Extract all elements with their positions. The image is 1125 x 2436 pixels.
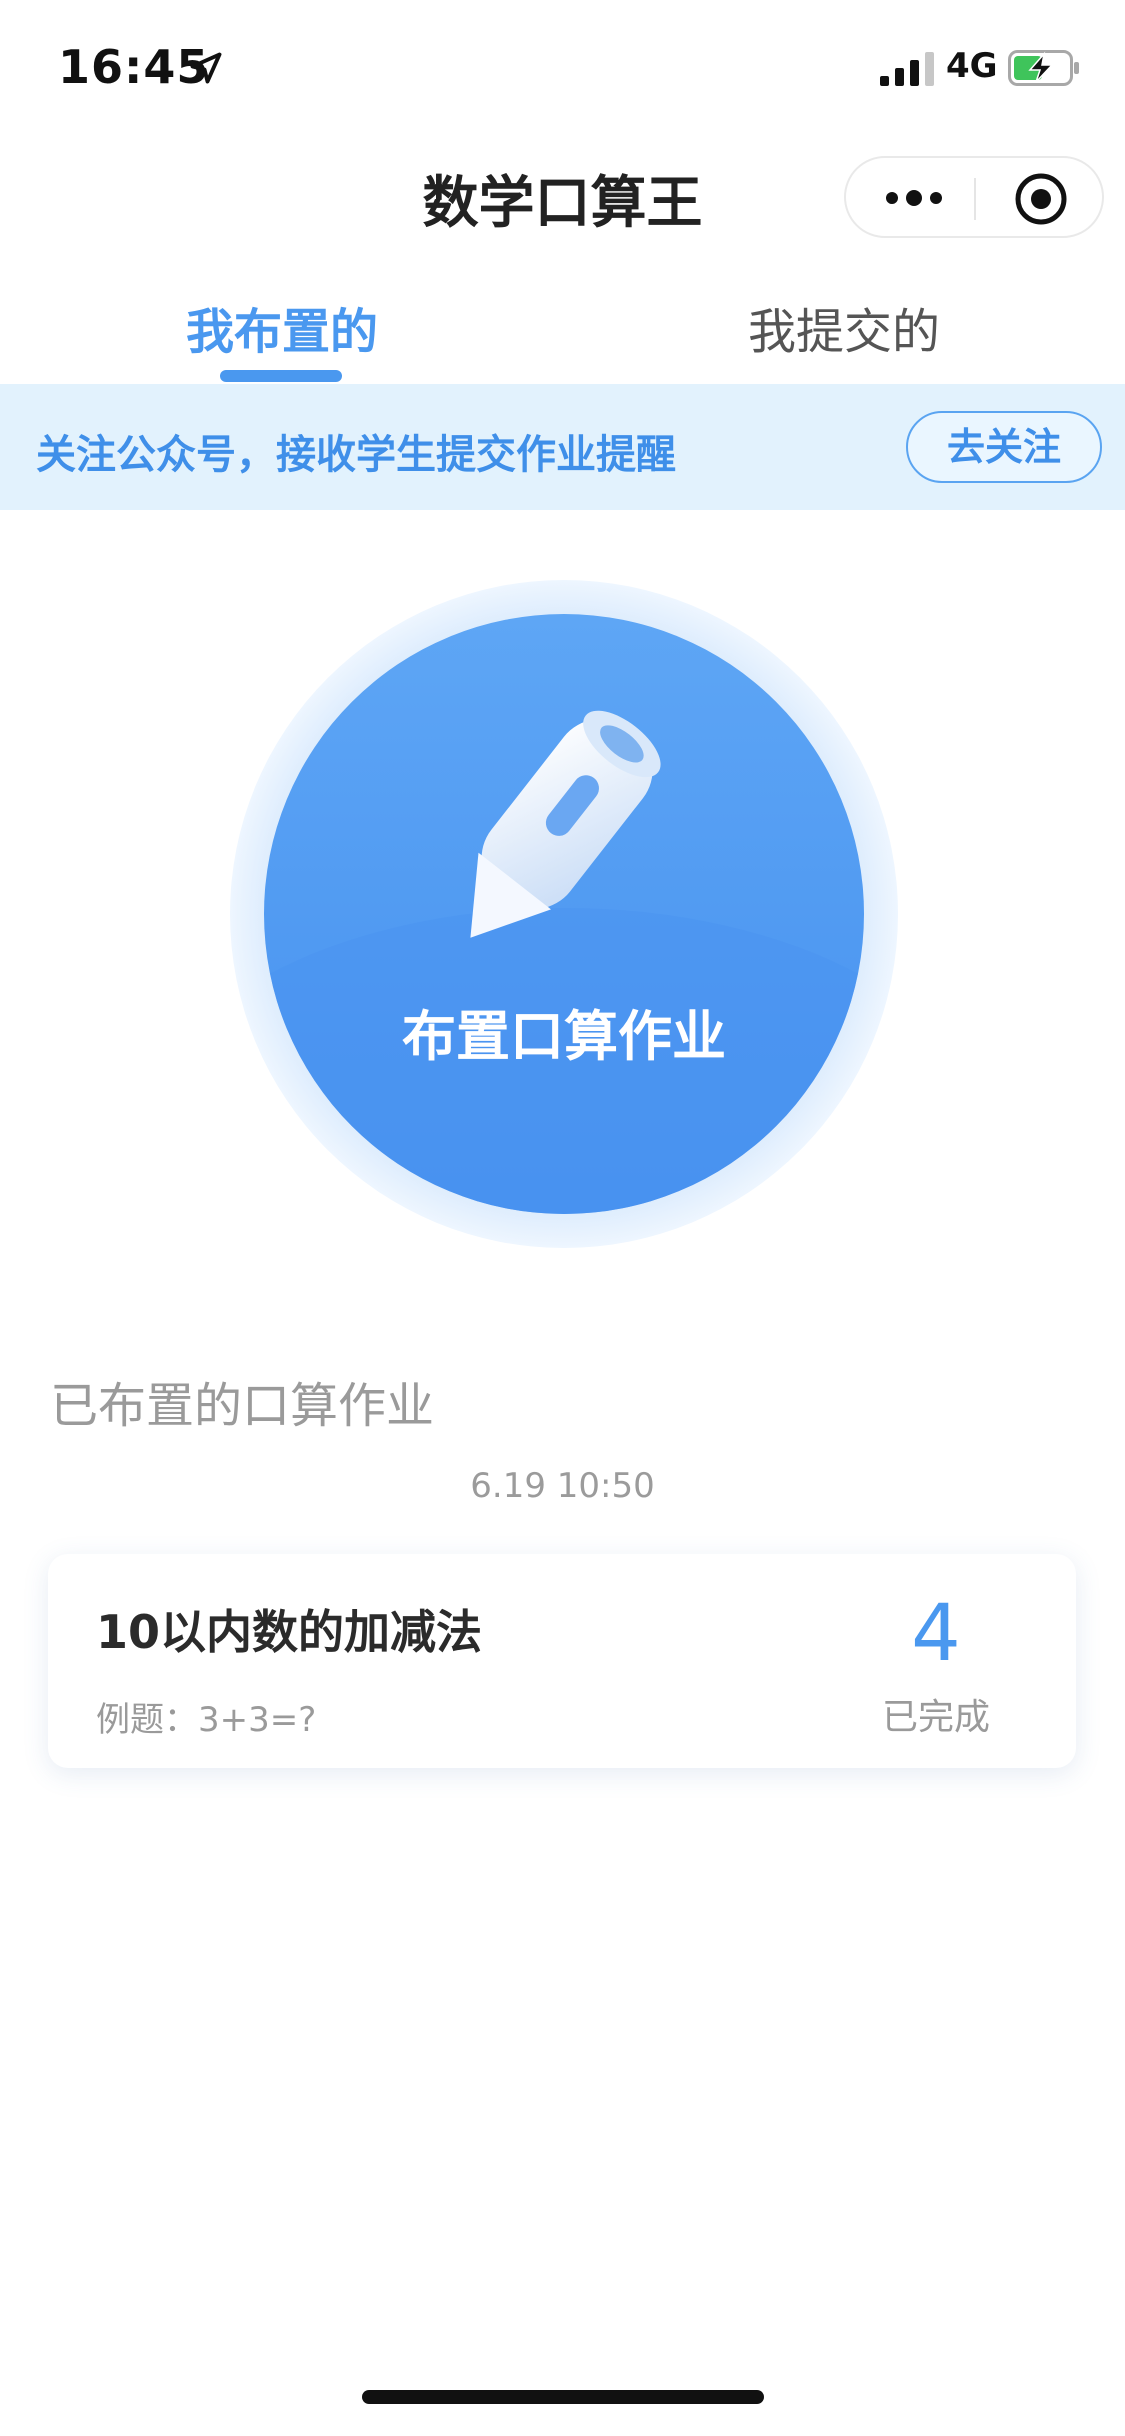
signal-icon bbox=[880, 52, 934, 86]
completed-count: 4 bbox=[911, 1589, 961, 1679]
follow-notice-bar: 关注公众号，接收学生提交作业提醒 去关注 bbox=[0, 384, 1125, 510]
more-dots-icon[interactable] bbox=[884, 184, 944, 212]
active-tab-indicator bbox=[220, 370, 342, 382]
section-title: 已布置的口算作业 bbox=[50, 1378, 435, 1434]
assign-homework-label[interactable]: 布置口算作业 bbox=[228, 992, 900, 1071]
home-indicator bbox=[362, 2390, 764, 2404]
mini-program-capsule bbox=[844, 156, 1104, 238]
assignment-timestamp: 6.19 10:50 bbox=[470, 1466, 655, 1506]
tab-assigned[interactable]: 我布置的 bbox=[186, 292, 378, 362]
tab-submitted[interactable]: 我提交的 bbox=[748, 292, 940, 362]
assignment-title: 10以内数的加减法 bbox=[96, 1605, 483, 1659]
notice-text: 关注公众号，接收学生提交作业提醒 bbox=[36, 432, 676, 478]
capsule-divider bbox=[974, 178, 976, 220]
follow-button[interactable]: 去关注 bbox=[906, 411, 1102, 483]
battery-charging-icon bbox=[1008, 50, 1079, 86]
network-type: 4G bbox=[946, 46, 998, 86]
assignment-card[interactable]: 10以内数的加减法 例题：3+3=? 4 已完成 bbox=[48, 1554, 1076, 1768]
status-time: 16:45 bbox=[58, 40, 210, 94]
completed-label: 已完成 bbox=[881, 1697, 990, 1738]
location-arrow-icon bbox=[190, 52, 222, 84]
target-icon[interactable] bbox=[1014, 172, 1068, 226]
assign-homework-button[interactable] bbox=[228, 578, 900, 1250]
assignment-example: 例题：3+3=? bbox=[96, 1700, 317, 1740]
